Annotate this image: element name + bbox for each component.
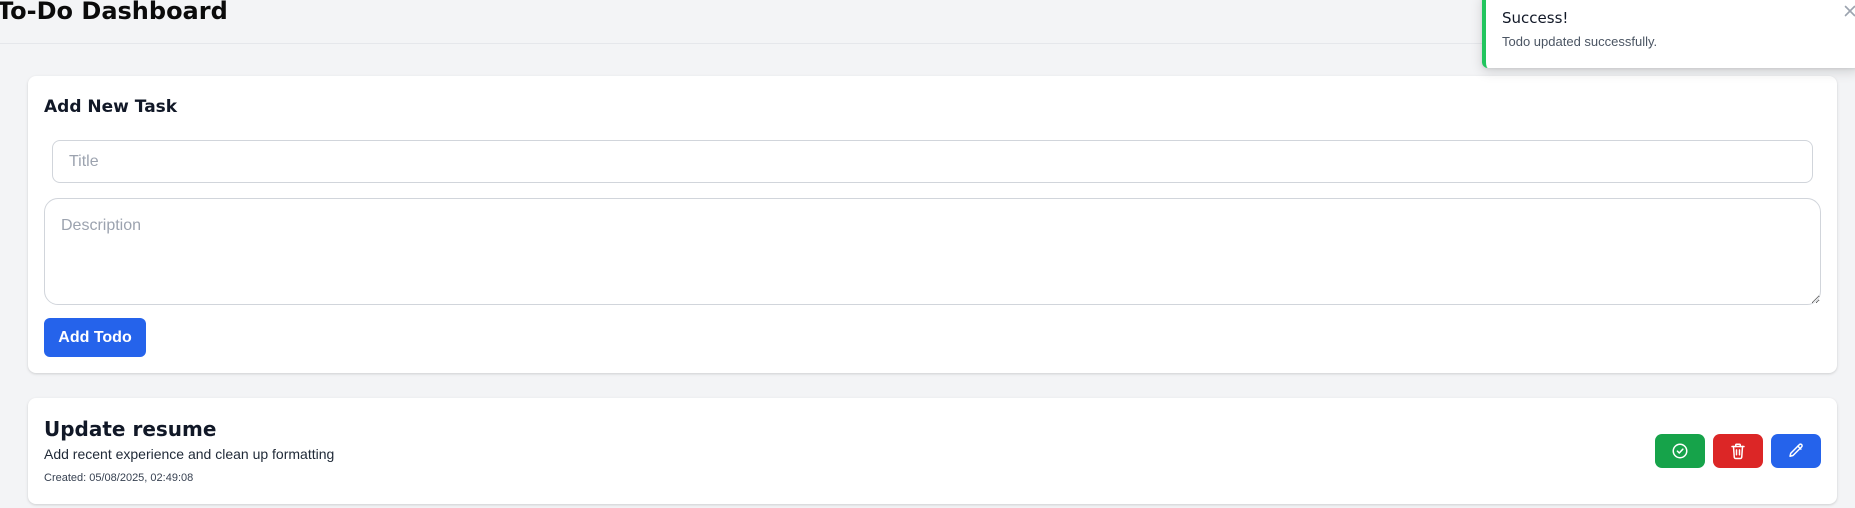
- add-todo-button[interactable]: Add Todo: [44, 318, 146, 357]
- todo-description: Add recent experience and clean up forma…: [44, 446, 335, 462]
- toast-close-button[interactable]: [1840, 2, 1855, 22]
- add-task-heading: Add New Task: [44, 97, 178, 117]
- todo-item: Update resume Add recent experience and …: [28, 398, 1837, 504]
- pencil-icon: [1787, 442, 1805, 460]
- todo-created-date: Created: 05/08/2025, 02:49:08: [44, 472, 194, 484]
- close-icon: [1844, 5, 1855, 20]
- toast-message: Todo updated successfully.: [1502, 34, 1658, 49]
- delete-button[interactable]: [1713, 434, 1763, 468]
- trash-icon: [1729, 442, 1747, 460]
- add-task-card: Add New Task Add Todo: [28, 76, 1837, 373]
- success-toast: Success! Todo updated successfully.: [1482, 0, 1855, 68]
- todo-dashboard-app: To-Do Dashboard Add New Task Add Todo Up…: [0, 0, 1855, 508]
- toast-title: Success!: [1502, 9, 1569, 27]
- todo-title: Update resume: [44, 417, 217, 441]
- edit-button[interactable]: [1771, 434, 1821, 468]
- todo-actions: [1655, 434, 1821, 468]
- complete-button[interactable]: [1655, 434, 1705, 468]
- title-input[interactable]: [52, 140, 1813, 183]
- page-title: To-Do Dashboard: [0, 0, 228, 25]
- description-textarea[interactable]: [44, 198, 1821, 305]
- check-circle-icon: [1671, 442, 1689, 460]
